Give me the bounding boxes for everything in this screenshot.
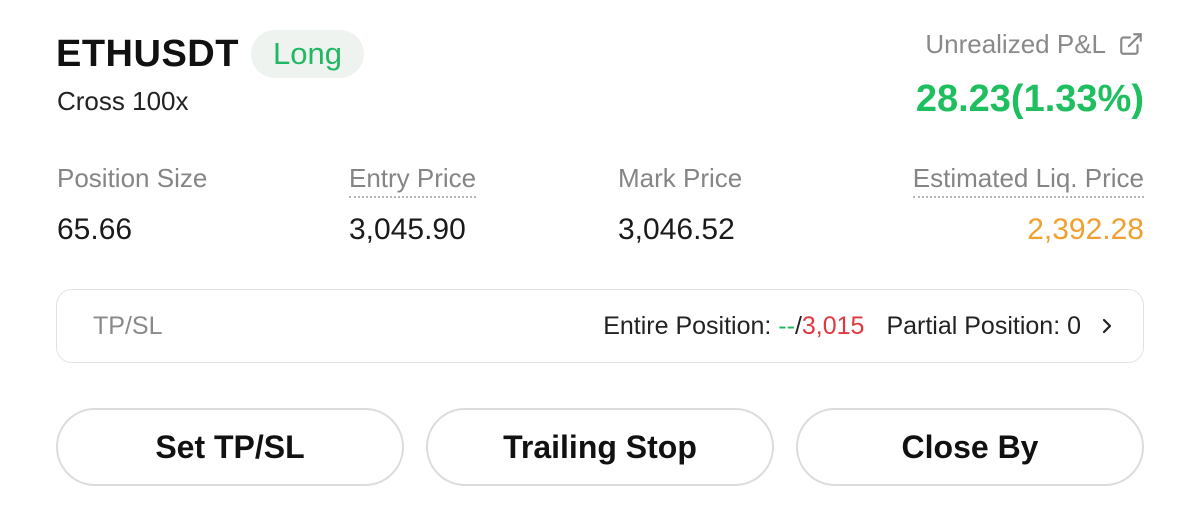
margin-mode: Cross 100x	[57, 86, 189, 116]
mark-price-label: Mark Price	[618, 163, 743, 193]
unrealized-pnl-header[interactable]: Unrealized P&L	[925, 28, 1144, 60]
trailing-stop-button[interactable]: Trailing Stop	[426, 408, 774, 486]
external-link-icon[interactable]	[1118, 31, 1144, 57]
close-by-button[interactable]: Close By	[796, 408, 1144, 486]
partial-position-label: Partial Position: 0	[886, 311, 1081, 340]
position-size-value: 65.66	[57, 213, 133, 246]
mark-price-value: 3,046.52	[618, 213, 735, 246]
entry-price-label[interactable]: Entry Price	[349, 162, 477, 198]
estimated-liq-price-value: 2,392.28	[1027, 213, 1144, 246]
side-badge: Long	[251, 30, 364, 78]
symbol-title: ETHUSDT	[56, 33, 239, 75]
tpsl-label: TP/SL	[93, 311, 163, 340]
chevron-right-icon	[1102, 318, 1112, 334]
tpsl-separator: /	[794, 311, 802, 340]
take-profit-value: --	[778, 311, 795, 340]
entire-position-label: Entire Position:	[603, 311, 779, 340]
unrealized-pnl-label: Unrealized P&L	[925, 29, 1106, 59]
unrealized-pnl-value: 28.23(1.33%)	[915, 78, 1144, 120]
set-tpsl-button[interactable]: Set TP/SL	[56, 408, 404, 486]
estimated-liq-price-label[interactable]: Estimated Liq. Price	[912, 162, 1144, 198]
stop-loss-value: 3,015	[801, 311, 865, 340]
entry-price-value: 3,045.90	[349, 213, 466, 246]
tpsl-summary: Entire Position: -- / 3,015 Partial Posi…	[603, 312, 1115, 341]
tpsl-row[interactable]: TP/SL Entire Position: -- / 3,015 Partia…	[56, 289, 1144, 363]
position-size-label: Position Size	[57, 163, 208, 193]
